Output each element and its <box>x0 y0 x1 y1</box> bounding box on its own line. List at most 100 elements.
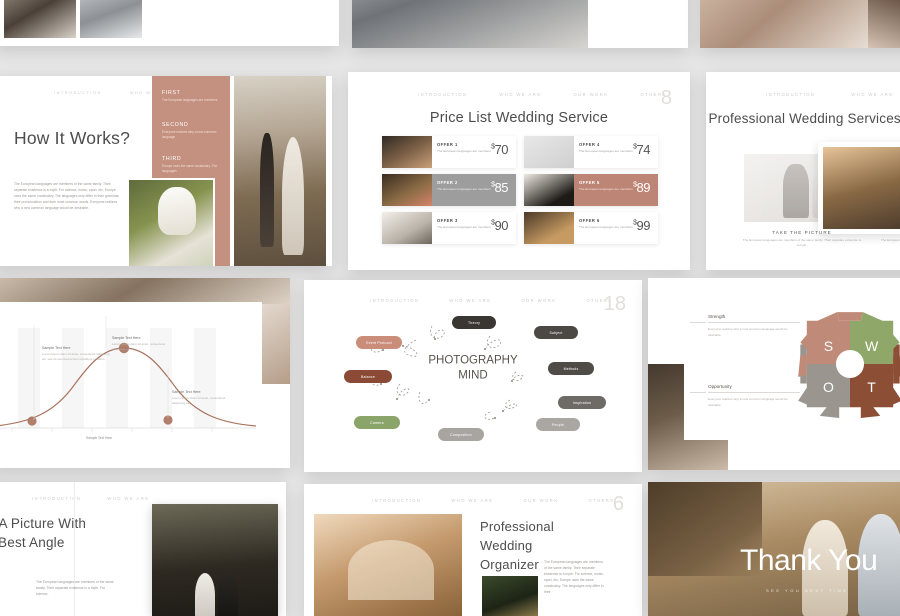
slide-thank-you[interactable]: Thank You SEE YOU NEXT TIME <box>648 482 900 616</box>
step-label: SECOND <box>162 122 189 128</box>
body-paragraph: The European languages are members of th… <box>36 580 114 596</box>
title-line-1: Professional <box>480 519 554 534</box>
slide-showcase-grid: more. I am so happy. languages only diff… <box>0 0 900 616</box>
chart-svg <box>0 316 257 432</box>
price-card[interactable]: OFFER 4 The European languages are membe… <box>524 136 658 168</box>
swot-text: Everyone realizes why a new common langu… <box>708 327 788 337</box>
price-card[interactable]: OFFER 1 The European languages are membe… <box>382 136 516 168</box>
nav-item-our-work[interactable]: OUR WORK <box>523 498 558 503</box>
step-first: FIRST The European languages are members <box>162 90 222 112</box>
nav-item-who-we-are[interactable]: WHO WE ARE <box>451 498 493 503</box>
offer-desc: The European languages are members <box>437 149 491 153</box>
offer-desc: The European languages are members <box>579 187 633 191</box>
offer-desc: The European languages are members <box>579 149 633 153</box>
mind-node-methods[interactable]: Methods <box>548 362 594 375</box>
slide-gallery-clipped[interactable]: languages only differ in their grammar, … <box>352 0 688 48</box>
offer-desc: The European languages are members <box>579 225 633 229</box>
offer-price: $99 <box>633 218 650 233</box>
slide-testimonial-clipped[interactable]: more. I am so happy. <box>0 0 339 46</box>
mind-node-composition[interactable]: Composition <box>438 428 484 441</box>
nav-item-introduction[interactable]: INTRODUCTION <box>372 498 421 503</box>
photo-bride-bouquet <box>127 178 215 266</box>
mind-node-event-protocol[interactable]: Event Protocol <box>356 336 402 349</box>
thumb-shoes-bouquet <box>382 212 432 244</box>
offer-label: OFFER 3 <box>437 218 458 223</box>
offer-desc: The European languages are members <box>437 187 491 191</box>
nav-item-our-work[interactable]: OUR WORK <box>573 92 608 97</box>
annotation-text: Lorem ipsum dolor sit amet, consectetur … <box>112 342 166 352</box>
photo-couple-palm-tree <box>152 504 278 616</box>
photo-table-setting <box>352 0 592 48</box>
annotation-heading: Sample Text Here <box>112 336 141 340</box>
slide-wedding-organizer[interactable]: INTRODUCTION WHO WE ARE OUR WORK OTHERS … <box>304 484 642 616</box>
offer-price: $74 <box>633 142 650 157</box>
thumb-vintage-camera <box>524 136 574 168</box>
leader-line <box>690 322 706 323</box>
feature-heading: TAKE THE PICTURE <box>772 230 832 235</box>
nav-item-others[interactable]: OTHERS <box>588 498 614 503</box>
center-line-1: PHOTOGRAPHY <box>428 354 518 367</box>
mind-node-subject[interactable]: Subject <box>534 326 578 339</box>
nav-item-who-we-are[interactable]: WHO WE ARE <box>851 92 893 97</box>
chart-x-axis-label: Sample Text Here <box>86 436 113 440</box>
price-card[interactable]: OFFER 3 The European languages are membe… <box>382 212 516 244</box>
nav-item-who-we-are[interactable]: WHO WE ARE <box>107 496 149 501</box>
step-second: SECOND Everyone realizes why a new commo… <box>162 122 222 150</box>
slide-nav: INTRODUCTION WHO WE ARE <box>32 496 175 501</box>
mind-map-center-label: PHOTOGRAPHY MIND <box>428 353 517 382</box>
feature-columns: TAKE THE PICTURE The European languages … <box>742 230 900 249</box>
mind-node-inspiration[interactable]: Inspiration <box>558 396 606 409</box>
swot-card: S W O T Strength Everyone realizes why a… <box>684 288 900 440</box>
mind-node-people[interactable]: People <box>536 418 580 431</box>
page-number: 6 <box>612 493 624 515</box>
slide-professional-services[interactable]: INTRODUCTION WHO WE ARE OUR WORK Profess… <box>706 72 900 270</box>
chart-annotation-1: Sample Text Here Lorem ipsum dolor sit a… <box>42 346 112 362</box>
slide-swot-analysis[interactable]: INTRODUCTION WHO WE ARE OUR WORK OTHERS <box>648 278 900 470</box>
mind-node-balance[interactable]: Balance <box>344 370 392 383</box>
offer-label: OFFER 5 <box>579 180 600 185</box>
slide-take-a-picture[interactable]: INTRODUCTION WHO WE ARE Take A Picture W… <box>0 482 286 616</box>
center-line-2: MIND <box>458 369 488 381</box>
mind-node-theory[interactable]: Theory <box>452 316 496 329</box>
nav-item-introduction[interactable]: INTRODUCTION <box>766 92 815 97</box>
swot-letter-s: S <box>824 338 833 354</box>
body-paragraph: The European languages are members of th… <box>544 560 604 594</box>
slide-how-it-works[interactable]: INTRODUCTION WHO WE ARE How It Works? Th… <box>0 76 332 266</box>
slide-photography-mind[interactable]: INTRODUCTION WHO WE ARE OUR WORK OTHERS … <box>304 280 642 472</box>
slide-price-list[interactable]: INTRODUCTION WHO WE ARE OUR WORK OTHERS … <box>348 72 690 270</box>
slide-nav: INTRODUCTION WHO WE ARE OUR WORK OTHERS <box>418 92 690 97</box>
step-label: FIRST <box>162 90 181 96</box>
price-card[interactable]: OFFER 6 The European languages are membe… <box>524 212 658 244</box>
photo-bouquet <box>700 0 870 48</box>
feature-text: The European languages are members of th… <box>880 238 900 242</box>
price-card-highlighted[interactable]: OFFER 2 The European languages are membe… <box>382 174 516 206</box>
photo-bridesmaids <box>314 514 462 616</box>
mind-node-camera[interactable]: Camera <box>354 416 400 429</box>
chart-x-ticks <box>11 428 213 432</box>
step-label: THIRD <box>162 156 182 162</box>
photo-reception <box>2 0 78 40</box>
slide-photo-pair-clipped[interactable] <box>700 0 900 48</box>
offer-price: $90 <box>491 218 508 233</box>
thumb-wedding-cake <box>382 174 432 206</box>
feature-search: SEARCH The European languages are member… <box>880 230 900 249</box>
thumb-ring-pillow <box>524 174 574 206</box>
offer-price: $85 <box>491 180 508 195</box>
swot-heading: Strength <box>708 314 800 323</box>
annotation-heading: Sample Text Here <box>42 346 71 350</box>
feature-text: The European languages are members of th… <box>742 238 862 248</box>
page-number: 8 <box>660 87 672 109</box>
nav-item-who-we-are[interactable]: WHO WE ARE <box>499 92 541 97</box>
annotation-text: Lorem ipsum dolor sit amet, consectetur … <box>172 396 226 406</box>
swot-heading: Opportunity <box>708 384 800 393</box>
slide-bell-curve-chart[interactable]: Sample Text Here Lorem ipsum dolor sit a… <box>0 278 290 468</box>
offer-price: $89 <box>633 180 650 195</box>
arch-overlay <box>348 540 434 600</box>
annotation-heading: Sample Text Here <box>172 390 201 394</box>
price-card-highlighted[interactable]: OFFER 5 The European languages are membe… <box>524 174 658 206</box>
page-title: How It Works? <box>14 128 131 148</box>
swot-letter-w: W <box>865 338 879 354</box>
nav-item-introduction[interactable]: INTRODUCTION <box>418 92 467 97</box>
slide-nav: INTRODUCTION WHO WE ARE OUR WORK OTHERS <box>372 498 642 503</box>
nav-item-introduction[interactable]: INTRODUCTION <box>54 90 102 95</box>
